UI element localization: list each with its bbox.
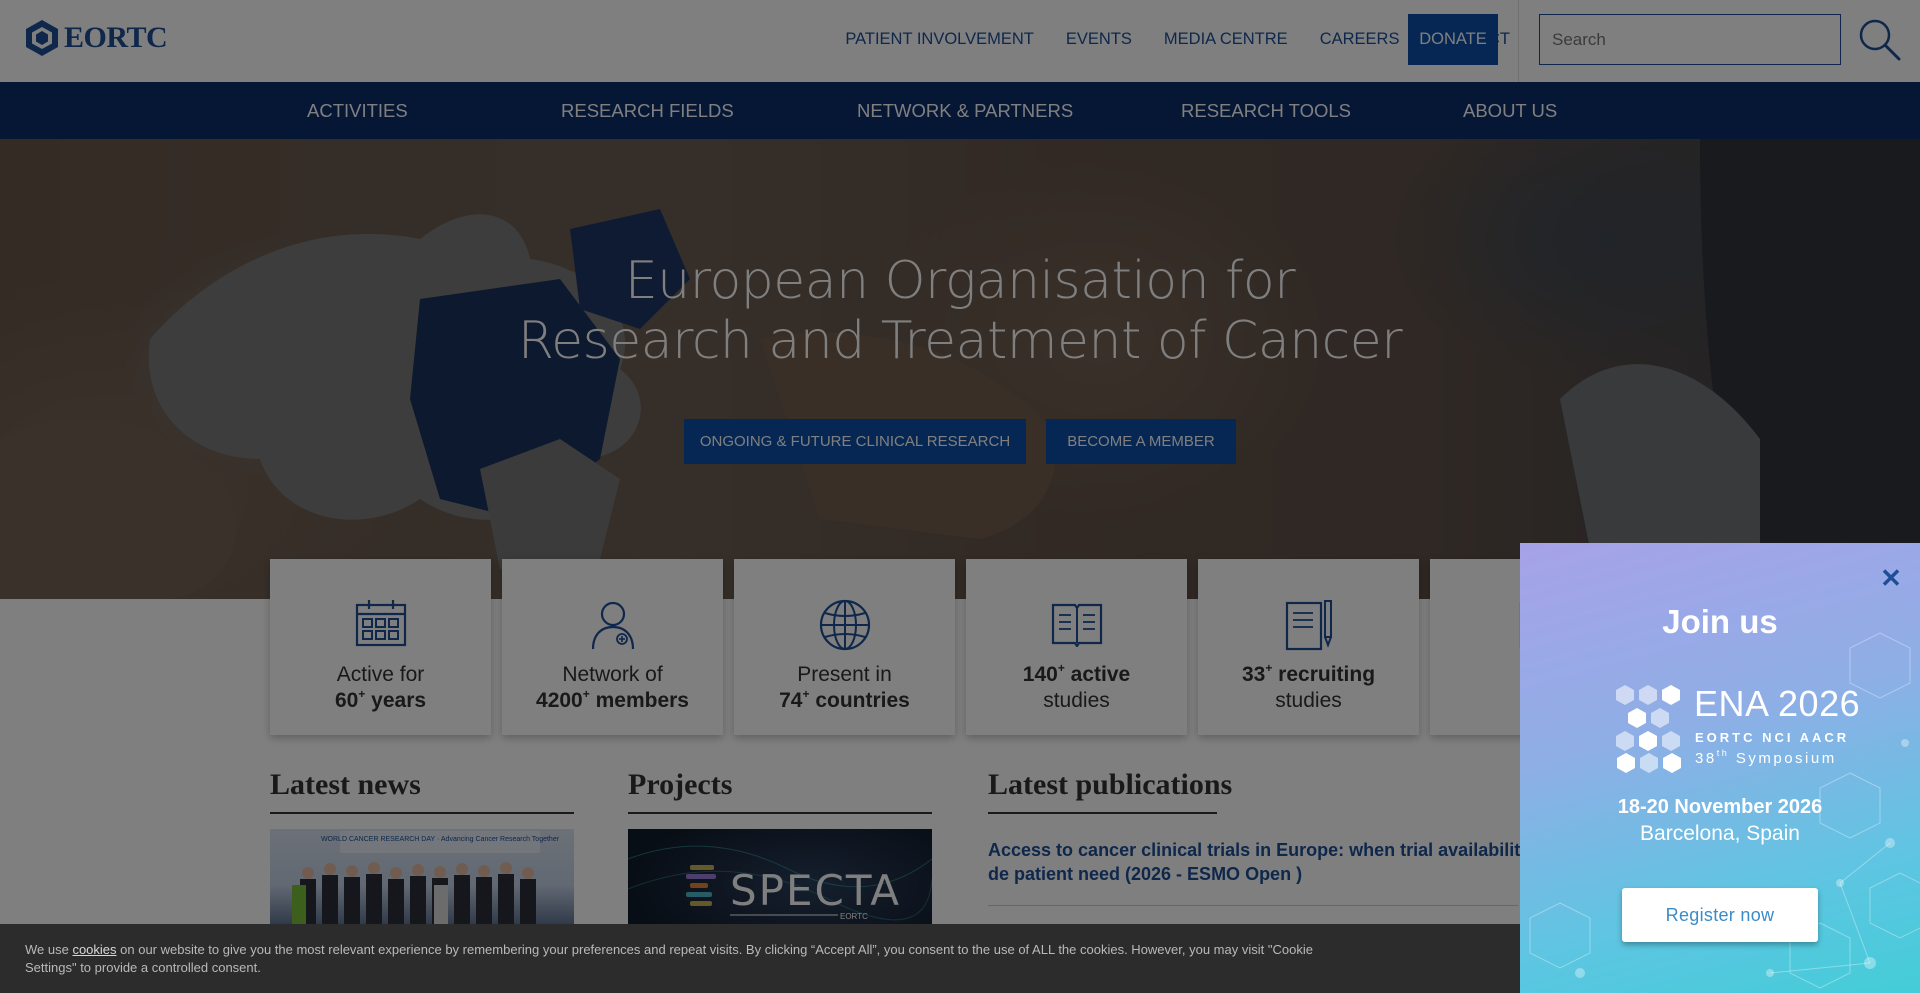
cookies-link[interactable]: cookies — [72, 942, 116, 957]
event-location: Barcelona, Spain — [1640, 822, 1800, 845]
register-now-button[interactable]: Register now — [1622, 888, 1818, 942]
ena-organisers: EORTC NCI AACR — [1695, 730, 1850, 745]
close-icon[interactable]: ✕ — [1876, 563, 1906, 593]
ena-symposium: 38th Symposium — [1695, 748, 1837, 767]
popup-title: Join us — [1662, 603, 1778, 640]
ena-event-name: ENA 2026 — [1694, 683, 1861, 724]
cookie-text: We use cookies on our website to give yo… — [25, 942, 1313, 975]
event-popup: ✕ Join us ENA 2026 EORTC NCI AACR 38th S… — [1520, 543, 1920, 993]
event-date: 18-20 November 2026 — [1617, 796, 1823, 818]
